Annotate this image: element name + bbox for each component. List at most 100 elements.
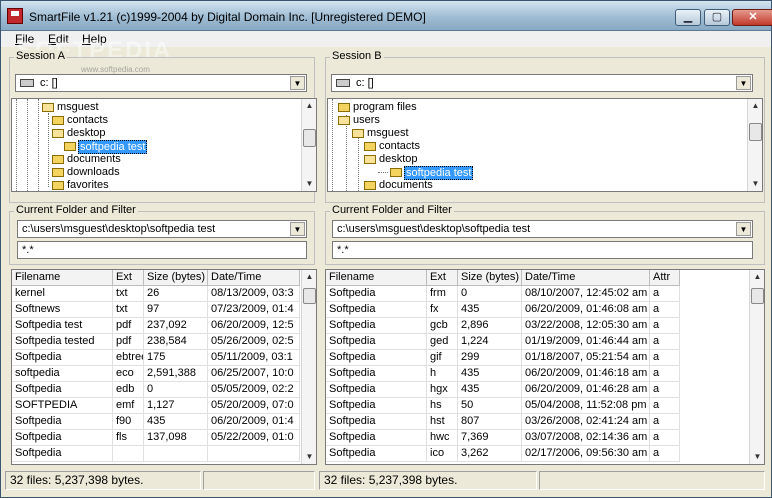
tree-line xyxy=(48,113,49,187)
table-cell: Softpedia xyxy=(326,382,427,398)
table-cell: kernel xyxy=(12,286,113,302)
floppy-disk-icon[interactable] xyxy=(7,8,23,24)
close-button[interactable]: ✕ xyxy=(732,9,772,26)
status-bar: 32 files: 5,237,398 bytes. 32 files: 5,2… xyxy=(1,471,771,491)
session-a-file-list[interactable]: Filename Ext Size (bytes) Date/Time kernel tx… xyxy=(11,269,317,465)
scroll-up-icon[interactable]: ▲ xyxy=(748,99,762,113)
session-b-status-extra xyxy=(539,471,765,490)
drive-icon xyxy=(336,79,350,87)
table-cell: 26 xyxy=(144,286,208,302)
chevron-down-icon[interactable]: ▼ xyxy=(736,222,751,236)
tree-item-label: desktop xyxy=(67,127,106,139)
table-cell: a xyxy=(650,366,680,382)
column-header[interactable]: Filename xyxy=(12,270,113,286)
scroll-up-icon[interactable]: ▲ xyxy=(750,270,764,284)
scroll-thumb[interactable] xyxy=(303,129,316,147)
scroll-thumb[interactable] xyxy=(303,288,316,304)
table-cell: 7,369 xyxy=(458,430,522,446)
session-b-filter-input[interactable]: *.* xyxy=(332,241,753,259)
table-cell: Softpedia xyxy=(12,382,113,398)
session-b-filter-value: *.* xyxy=(337,244,349,256)
table-cell: Softpedia xyxy=(12,350,113,366)
tree-line xyxy=(378,172,388,173)
table-cell: a xyxy=(650,398,680,414)
folder-icon xyxy=(364,142,376,151)
table-cell: Softpedia xyxy=(326,350,427,366)
column-header[interactable]: Filename xyxy=(326,270,427,286)
scroll-down-icon[interactable]: ▼ xyxy=(750,450,764,464)
table-cell: 06/20/2009, 01:46:18 am xyxy=(522,366,650,382)
chevron-down-icon[interactable]: ▼ xyxy=(290,76,305,90)
table-cell: ico xyxy=(427,446,458,462)
scroll-up-icon[interactable]: ▲ xyxy=(302,99,316,113)
column-header[interactable]: Date/Time xyxy=(522,270,650,286)
table-cell xyxy=(208,446,300,462)
scroll-down-icon[interactable]: ▼ xyxy=(748,177,762,191)
column-header[interactable]: Size (bytes) xyxy=(144,270,208,286)
session-a-filter-input[interactable]: *.* xyxy=(17,241,307,259)
scroll-thumb[interactable] xyxy=(749,123,762,141)
table-cell: Softpedia tested xyxy=(12,334,113,350)
session-a-status: 32 files: 5,237,398 bytes. xyxy=(5,471,201,490)
title-bar[interactable]: SmartFile v1.21 (c)1999-2004 by Digital … xyxy=(1,1,772,31)
column-header[interactable]: Date/Time xyxy=(208,270,300,286)
table-cell: 03/22/2008, 12:05:30 am xyxy=(522,318,650,334)
column-header[interactable]: Size (bytes) xyxy=(458,270,522,286)
scroll-thumb[interactable] xyxy=(751,288,764,304)
session-b-drive-select[interactable]: c: [] ▼ xyxy=(331,74,753,92)
column-header[interactable]: Ext xyxy=(427,270,458,286)
table-cell: Softpedia xyxy=(326,334,427,350)
table-cell: Softpedia xyxy=(326,366,427,382)
tree-item-label: users xyxy=(353,114,380,126)
table-cell: txt xyxy=(113,286,144,302)
session-splitter[interactable] xyxy=(318,47,322,471)
table-cell: 06/20/2009, 01:4 xyxy=(208,414,300,430)
session-a-list-scrollbar[interactable]: ▲ ▼ xyxy=(301,270,316,464)
table-cell: 05/11/2009, 03:1 xyxy=(208,350,300,366)
table-cell: 1,127 xyxy=(144,398,208,414)
table-cell: 08/10/2007, 12:45:02 am xyxy=(522,286,650,302)
session-a-tree-scrollbar[interactable]: ▲ ▼ xyxy=(301,99,316,191)
tree-line xyxy=(332,99,333,191)
tree-line xyxy=(346,115,347,191)
table-cell: 238,584 xyxy=(144,334,208,350)
table-cell: 435 xyxy=(458,302,522,318)
tree-item-label: documents xyxy=(379,179,433,191)
folder-icon xyxy=(52,155,64,164)
table-cell: 03/26/2008, 02:41:24 am xyxy=(522,414,650,430)
open-folder-icon xyxy=(338,116,350,125)
table-cell: 05/05/2009, 02:2 xyxy=(208,382,300,398)
column-header[interactable]: Ext xyxy=(113,270,144,286)
session-a-drive-select[interactable]: c: [] ▼ xyxy=(15,74,307,92)
scroll-down-icon[interactable]: ▼ xyxy=(302,450,316,464)
table-cell: Softpedia xyxy=(326,302,427,318)
session-a-folder-tree[interactable]: msguest contacts desktop softpedia test … xyxy=(11,98,317,192)
chevron-down-icon[interactable]: ▼ xyxy=(736,76,751,90)
tree-item-label: contacts xyxy=(67,114,108,126)
maximize-button[interactable]: ▢ xyxy=(704,9,730,26)
table-cell: ebtree xyxy=(113,350,144,366)
open-folder-icon xyxy=(42,103,54,112)
tree-item-label-selected: softpedia test xyxy=(78,140,148,154)
scroll-down-icon[interactable]: ▼ xyxy=(302,177,316,191)
tree-line xyxy=(16,99,17,191)
session-b-folder-select[interactable]: c:\users\msguest\desktop\softpedia test … xyxy=(332,220,753,238)
session-a-folder-value: c:\users\msguest\desktop\softpedia test xyxy=(22,223,216,235)
session-b-file-list[interactable]: Filename Ext Size (bytes) Date/Time Attr Soft… xyxy=(325,269,765,465)
table-cell: 07/23/2009, 01:4 xyxy=(208,302,300,318)
column-header[interactable]: Attr xyxy=(650,270,680,286)
session-b-folder-tree[interactable]: program files users msguest contacts des… xyxy=(327,98,763,192)
tree-item-label: contacts xyxy=(379,140,420,152)
table-cell: pdf xyxy=(113,318,144,334)
minimize-button[interactable]: ▁ xyxy=(675,9,701,26)
table-cell: SOFTPEDIA xyxy=(12,398,113,414)
session-a-folder-select[interactable]: c:\users\msguest\desktop\softpedia test … xyxy=(17,220,307,238)
tree-item-label: msguest xyxy=(367,127,409,139)
table-cell: 3,262 xyxy=(458,446,522,462)
table-cell: a xyxy=(650,382,680,398)
chevron-down-icon[interactable]: ▼ xyxy=(290,222,305,236)
session-b-list-scrollbar[interactable]: ▲ ▼ xyxy=(749,270,764,464)
table-cell: f90 xyxy=(113,414,144,430)
scroll-up-icon[interactable]: ▲ xyxy=(302,270,316,284)
session-b-tree-scrollbar[interactable]: ▲ ▼ xyxy=(747,99,762,191)
